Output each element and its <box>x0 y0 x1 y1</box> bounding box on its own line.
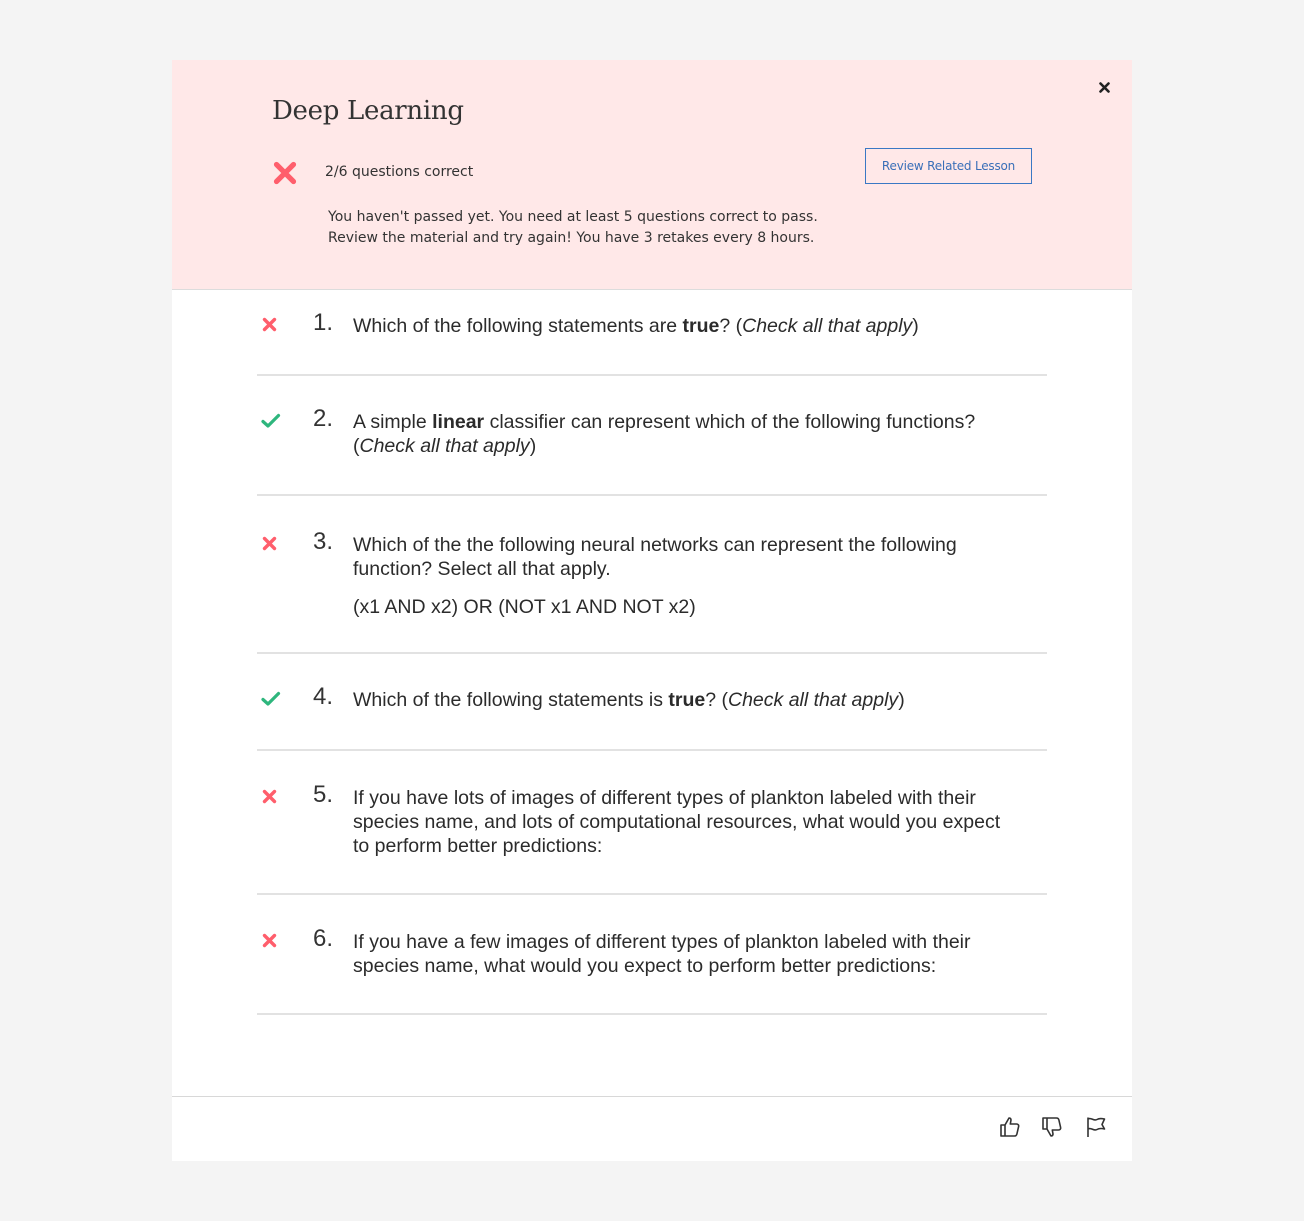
thumbs-down-button[interactable] <box>1040 1115 1064 1139</box>
close-button[interactable] <box>1093 76 1115 98</box>
question-item[interactable]: 1. Which of the following statements are… <box>257 289 1047 376</box>
question-number: 3. <box>312 528 333 555</box>
question-text-part: Check all that apply <box>728 689 899 711</box>
question-text-part: true <box>668 689 706 711</box>
results-header: Deep Learning 2/6 questions correct Revi… <box>172 60 1132 290</box>
question-text-part: ? ( <box>719 315 743 337</box>
flag-icon <box>1087 1117 1106 1137</box>
review-related-lesson-button[interactable]: Review Related Lesson <box>865 148 1032 184</box>
question-text: Which of the the following neural networ… <box>353 533 1013 581</box>
question-text: If you have lots of images of different … <box>353 786 1013 858</box>
incorrect-icon <box>261 789 281 810</box>
question-text-part: If you have a few images of different ty… <box>353 931 971 977</box>
question-item[interactable]: 3. Which of the the following neural net… <box>257 496 1047 654</box>
quiz-title: Deep Learning <box>272 96 464 126</box>
incorrect-icon <box>261 317 281 338</box>
question-expression: (x1 AND x2) OR (NOT x1 AND NOT x2) <box>353 596 696 618</box>
question-number: 6. <box>312 925 333 952</box>
question-text-part: ) <box>898 689 905 711</box>
question-text-part: Which of the the following neural networ… <box>353 534 957 580</box>
question-item[interactable]: 4. Which of the following statements is … <box>257 654 1047 751</box>
question-text: Which of the following statements are tr… <box>353 314 1013 338</box>
question-text-part: Which of the following statements are <box>353 315 683 337</box>
question-number: 5. <box>312 781 333 808</box>
question-text-part: Check all that apply <box>742 315 913 337</box>
close-icon <box>1098 81 1110 93</box>
question-text-part: A simple <box>353 411 433 433</box>
question-number: 4. <box>312 683 333 710</box>
question-text-part: If you have lots of images of different … <box>353 787 1001 857</box>
question-item[interactable]: 6. If you have a few images of different… <box>257 895 1047 1015</box>
thumbs-down-icon <box>1042 1117 1062 1137</box>
correct-icon <box>261 413 281 434</box>
question-text-part: ) <box>912 315 919 337</box>
question-list: 1. Which of the following statements are… <box>257 289 1047 1015</box>
question-text-part: Which of the following statements is <box>353 689 669 711</box>
incorrect-icon <box>261 536 281 557</box>
flag-button[interactable] <box>1084 1115 1108 1139</box>
question-text-part: true <box>682 315 720 337</box>
result-message: You haven't passed yet. You need at leas… <box>328 207 818 249</box>
thumbs-up-icon <box>1000 1117 1020 1137</box>
result-message-line: Review the material and try again! You h… <box>328 230 815 246</box>
feedback-footer <box>172 1096 1132 1162</box>
question-number: 1. <box>312 309 333 336</box>
question-text-part: ? ( <box>705 689 728 711</box>
thumbs-up-button[interactable] <box>998 1115 1022 1139</box>
correct-icon <box>261 691 281 712</box>
result-message-line: You haven't passed yet. You need at leas… <box>328 209 818 225</box>
question-number: 2. <box>312 405 333 432</box>
question-text: If you have a few images of different ty… <box>353 930 1013 978</box>
quiz-results-dialog: Deep Learning 2/6 questions correct Revi… <box>172 60 1132 1161</box>
question-text: A simple linear classifier can represent… <box>353 410 1013 458</box>
question-text: Which of the following statements is tru… <box>353 688 1013 712</box>
fail-x-icon <box>273 161 297 185</box>
question-item[interactable]: 5. If you have lots of images of differe… <box>257 751 1047 895</box>
question-text-part: Check all that apply <box>359 435 530 457</box>
incorrect-icon <box>261 933 281 954</box>
question-item[interactable]: 2. A simple linear classifier can repres… <box>257 376 1047 496</box>
score-text: 2/6 questions correct <box>325 164 474 180</box>
question-text-part: ) <box>529 435 537 457</box>
question-text-part: linear <box>432 411 485 433</box>
